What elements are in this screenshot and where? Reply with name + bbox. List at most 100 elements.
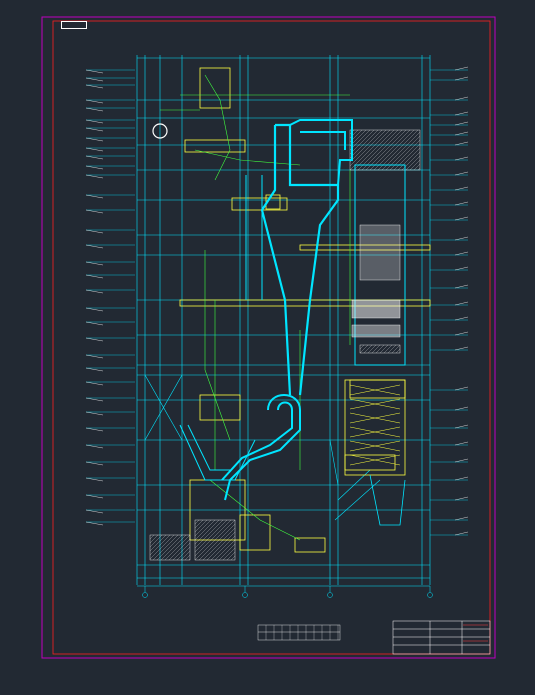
axis-bubble — [427, 592, 433, 598]
hatch-line — [176, 546, 191, 561]
hatch-line — [226, 551, 236, 561]
hatch-line — [395, 348, 401, 354]
furnace-wall — [245, 175, 263, 300]
leader-tick-right — [454, 156, 469, 161]
leader-tick-right — [454, 216, 469, 221]
hatch-line — [206, 531, 236, 561]
hatched-area — [149, 534, 191, 561]
hatch-line — [194, 519, 208, 533]
leader-tick-left — [85, 147, 104, 152]
hatched-regions — [149, 129, 421, 561]
parts-table — [257, 624, 341, 641]
equipment-outline — [199, 67, 231, 109]
leader-tick-left — [85, 127, 104, 132]
leader-tick-left — [85, 209, 104, 214]
hatch-line — [194, 519, 220, 545]
hatch-line — [202, 527, 236, 561]
hatch-line — [363, 344, 373, 354]
hatch-line — [349, 129, 379, 159]
equipment-outline — [294, 537, 326, 553]
steel-structure — [136, 55, 431, 587]
leader-tick-left — [85, 337, 104, 342]
leader-tick-right — [454, 424, 469, 429]
drawing-stamp — [61, 21, 87, 29]
leader-tick-left — [85, 411, 104, 416]
leader-tick-left — [85, 354, 104, 359]
leader-tick-left — [85, 367, 104, 372]
hatch-line — [391, 344, 401, 354]
leader-tick-right — [454, 406, 469, 411]
leader-tick-left — [85, 69, 104, 74]
leader-tick-left — [85, 274, 104, 279]
hatch-line — [194, 519, 212, 537]
equipment-outline — [349, 379, 406, 399]
leader-tick-right — [454, 186, 469, 191]
leader-tick-right — [454, 516, 469, 521]
leader-tick-left — [85, 397, 104, 402]
leader-tick-left — [85, 321, 104, 326]
equipment-outline — [199, 394, 241, 421]
hatch-line — [349, 129, 383, 163]
hatch-line — [349, 129, 387, 167]
hatch-line — [156, 534, 183, 561]
leader-tick-right — [454, 131, 469, 136]
hatch-line — [383, 344, 393, 354]
hatch-line — [149, 534, 167, 552]
leader-tick-right — [454, 141, 469, 146]
axis-bubble — [242, 592, 248, 598]
leader-tick-right — [454, 476, 469, 481]
leader-tick-right — [454, 171, 469, 176]
leader-tick-right — [454, 121, 469, 126]
leader-tick-left — [85, 307, 104, 312]
leader-tick-right — [454, 301, 469, 306]
ash-hopper — [369, 474, 406, 526]
leader-tick-left — [85, 461, 104, 466]
leader-tick-left — [85, 381, 104, 386]
flue-duct — [289, 119, 353, 186]
hatch-line — [164, 534, 191, 561]
furnace-hopper — [179, 424, 256, 481]
leader-tick-right — [454, 284, 469, 289]
hatch-line — [194, 519, 224, 549]
leader-tick-right — [454, 346, 469, 351]
hatch-line — [194, 519, 204, 529]
pipe-run — [204, 250, 231, 441]
leader-tick-right — [454, 66, 469, 71]
hatch-line — [149, 534, 175, 560]
hatch-line — [387, 344, 397, 354]
axis-markers — [142, 586, 433, 598]
hatch-line — [198, 523, 236, 561]
hatch-line — [371, 344, 381, 354]
leader-tick-left — [85, 77, 104, 82]
hatch-line — [413, 163, 421, 171]
boiler-elevation-drawing — [41, 16, 496, 659]
leader-tick-left — [85, 84, 104, 89]
leader-tick-right — [454, 316, 469, 321]
leader-tick-left — [85, 244, 104, 249]
hatch-line — [375, 344, 385, 354]
leader-tick-left — [85, 521, 104, 526]
hatch-line — [393, 143, 421, 171]
hatch-line — [194, 519, 200, 525]
leader-tick-left — [85, 99, 104, 104]
hatch-line — [152, 534, 179, 561]
outer-frame — [41, 16, 496, 659]
inner-frame — [52, 20, 491, 655]
hatch-line — [405, 155, 421, 171]
title-block — [392, 620, 491, 655]
hatch-line — [210, 535, 236, 561]
hatch-line — [149, 534, 159, 544]
economizer-block — [351, 324, 401, 338]
hatch-line — [409, 159, 421, 171]
leader-tick-left — [85, 137, 104, 142]
leader-tick-right — [454, 236, 469, 241]
leader-tick-left — [85, 107, 104, 112]
leader-tick-left — [85, 494, 104, 499]
leader-tick-right — [454, 458, 469, 463]
hatch-line — [397, 147, 421, 171]
leader-tick-left — [85, 155, 104, 160]
bracing — [329, 439, 339, 486]
equipment-outline — [184, 139, 246, 153]
hatch-line — [218, 543, 236, 561]
hatch-line — [194, 519, 232, 557]
